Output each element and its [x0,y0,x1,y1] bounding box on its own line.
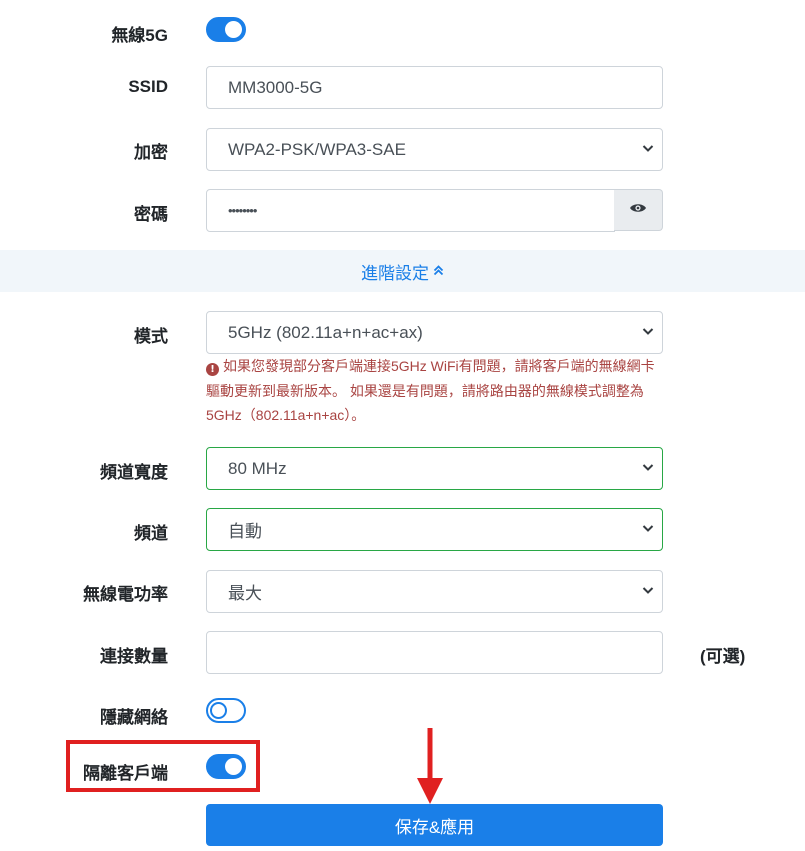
mode-label: 模式 [134,327,168,346]
bandwidth-label: 頻道寬度 [100,463,168,482]
advanced-settings-bar: 進階設定 [0,250,805,292]
wireless5g-toggle[interactable] [206,17,246,42]
mode-select[interactable]: 5GHz (802.11a+n+ac+ax) [206,311,663,354]
chevron-double-up-icon [433,261,444,281]
down-arrow-icon [415,728,445,808]
power-label: 無線電功率 [83,585,168,604]
hide-network-label: 隱藏網絡 [100,708,168,727]
mode-warning: ! 如果您發現部分客戶端連接5GHz WiFi有問題，請將客戶端的無線網卡驅動更新… [206,354,666,428]
show-password-button[interactable] [614,189,663,231]
chevron-down-icon [642,461,654,473]
password-input[interactable]: •••••••• [206,189,615,232]
save-apply-label: 保存&應用 [394,817,475,837]
power-value: 最大 [228,584,262,603]
bandwidth-value: 80 MHz [228,458,287,478]
power-select[interactable]: 最大 [206,570,663,613]
wireless-5g-settings-page: 無線5G SSID MM3000-5G 加密 WPA2-PSK/WPA3-SAE… [0,0,805,851]
mode-warning-text: 如果您發現部分客戶端連接5GHz WiFi有問題，請將客戶端的無線網卡驅動更新到… [206,358,655,423]
save-apply-button[interactable]: 保存&應用 [206,804,663,846]
password-label: 密碼 [134,205,168,224]
encryption-label: 加密 [134,143,168,162]
highlight-box [66,740,260,792]
channel-select[interactable]: 自動 [206,508,663,551]
mode-value: 5GHz (802.11a+n+ac+ax) [228,322,423,342]
channel-value: 自動 [228,522,262,541]
hide-network-toggle[interactable] [206,698,246,723]
optional-hint: (可選) [700,647,746,666]
advanced-settings-link[interactable]: 進階設定 [361,259,444,284]
ssid-label: SSID [128,77,168,96]
eye-icon [629,201,647,219]
exclamation-circle-icon: ! [206,363,219,376]
chevron-down-icon [642,522,654,534]
ssid-input[interactable]: MM3000-5G [206,66,663,109]
max-clients-label: 連接數量 [100,647,168,666]
chevron-down-icon [642,325,654,337]
bandwidth-select[interactable]: 80 MHz [206,447,663,490]
channel-label: 頻道 [134,524,168,543]
max-clients-input[interactable] [206,631,663,674]
encryption-select[interactable]: WPA2-PSK/WPA3-SAE [206,128,663,171]
chevron-down-icon [642,142,654,154]
ssid-value: MM3000-5G [228,77,323,97]
encryption-value: WPA2-PSK/WPA3-SAE [228,139,406,159]
password-value: •••••••• [228,203,257,218]
advanced-settings-label: 進階設定 [361,263,429,283]
chevron-down-icon [642,584,654,596]
wireless5g-label: 無線5G [111,26,168,45]
